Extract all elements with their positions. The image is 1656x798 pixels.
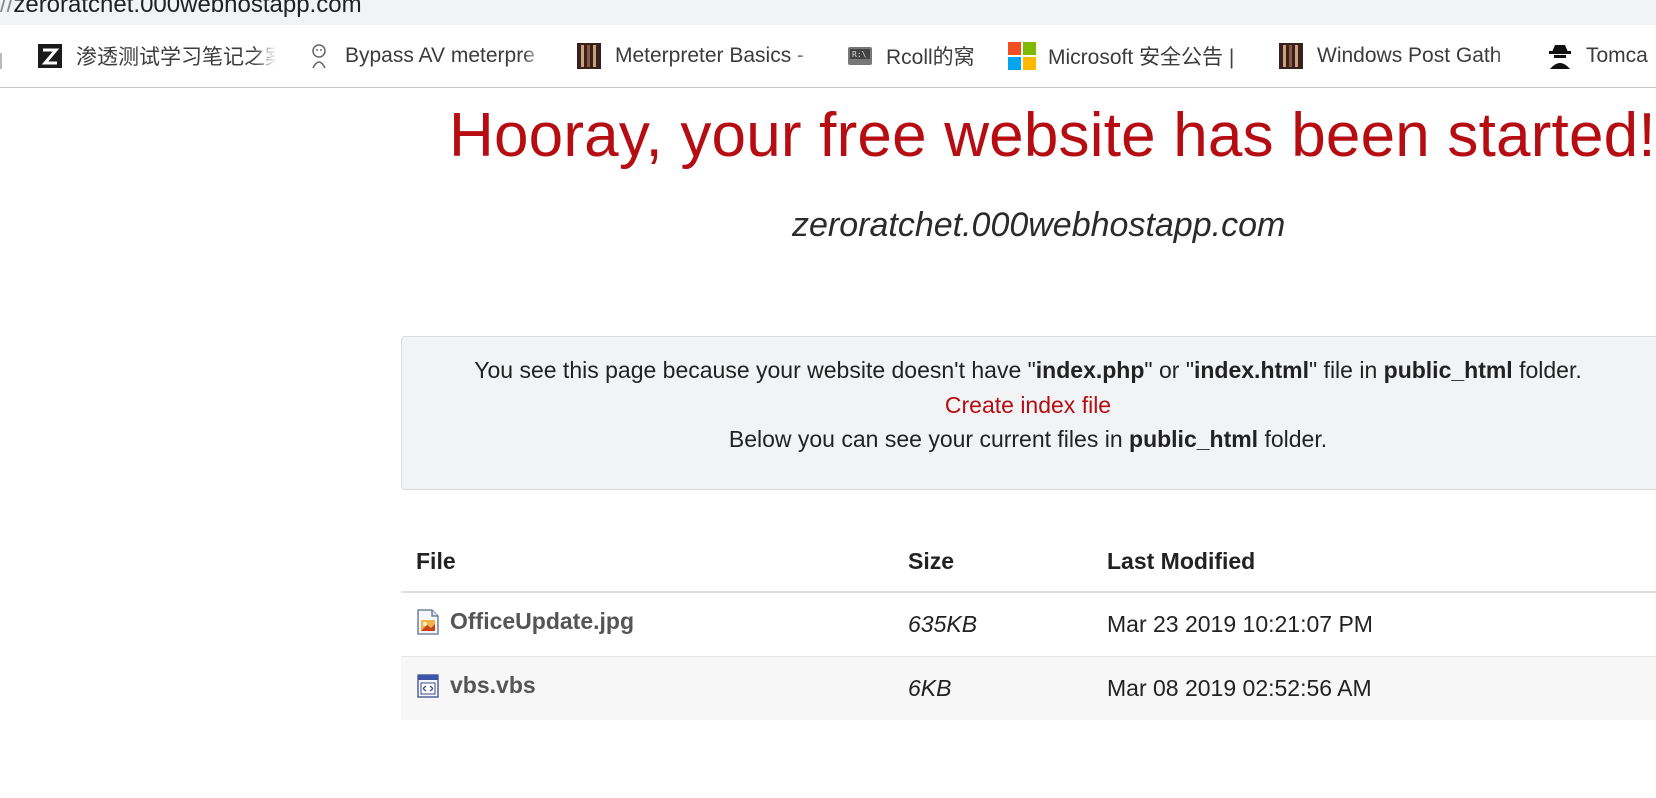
file-cell: OfficeUpdate.jpg	[401, 592, 908, 657]
notice-box: You see this page because your website d…	[401, 336, 1656, 490]
bookmark-label: Meterpreter Basics -	[615, 44, 815, 68]
terminal-drive-icon: R:\	[846, 42, 874, 70]
bookmark-label: Rcoll的窝	[886, 46, 975, 69]
notice-text: " or "	[1144, 357, 1194, 383]
address-host: zeroratchet.000webhostapp.com	[13, 0, 362, 18]
bookmark-item-windows-post-gather[interactable]: Windows Post Gath	[1277, 41, 1517, 71]
notice-folder-name: public_html	[1383, 357, 1513, 383]
notice-filename-php: index.php	[1035, 357, 1145, 383]
film-strip-icon	[1277, 42, 1305, 70]
notice-text: folder.	[1512, 357, 1582, 383]
microsoft-logo-icon	[1008, 42, 1036, 70]
bookmark-item-pentest-notes[interactable]: 渗透测试学习笔记之案	[36, 41, 276, 71]
notice-text: You see this page because your website d…	[474, 357, 1036, 383]
notice-current-files: Below you can see your current files in …	[402, 426, 1654, 453]
file-link[interactable]: vbs.vbs	[416, 672, 536, 699]
image-file-icon	[416, 609, 440, 635]
bookmark-item-tomcat[interactable]: Tomca	[1546, 41, 1648, 71]
notice-folder-name: public_html	[1129, 426, 1259, 452]
bookmark-item-bypass-av[interactable]: Bypass AV meterpre	[305, 41, 545, 71]
file-link[interactable]: OfficeUpdate.jpg	[416, 608, 634, 635]
script-file-icon	[416, 673, 440, 699]
svg-text:R:\: R:\	[852, 50, 867, 59]
bookmarks-bar: 渗透测试学习笔记之案 Bypass AV meterpre Meterprete…	[0, 25, 1656, 88]
notice-text: Below you can see your current files in	[728, 426, 1130, 452]
column-header-last-modified[interactable]: Last Modified	[1107, 531, 1656, 593]
table-row: vbs.vbs 6KB Mar 08 2019 02:52:56 AM	[401, 656, 1656, 720]
file-modified: Mar 08 2019 02:52:56 AM	[1107, 656, 1656, 720]
address-bar[interactable]: //zeroratchet.000webhostapp.com	[0, 0, 1656, 25]
bookmark-label: Tomca	[1586, 44, 1648, 67]
file-size: 6KB	[908, 656, 1107, 720]
bookmark-item-meterpreter-basics[interactable]: Meterpreter Basics -	[575, 41, 815, 71]
file-table: File Size Last Modified OfficeUpdate.jpg…	[401, 531, 1656, 720]
file-size: 635KB	[908, 592, 1107, 657]
bookmark-item-microsoft-security[interactable]: Microsoft 安全公告 |	[1008, 41, 1253, 71]
address-scheme: //	[0, 0, 14, 18]
bookmark-label: 渗透测试学习笔记之案	[76, 41, 276, 71]
domain-subtitle: zeroratchet.000webhostapp.com	[792, 206, 1286, 244]
bookmark-label: Windows Post Gath	[1317, 44, 1517, 68]
file-modified: Mar 23 2019 10:21:07 PM	[1107, 592, 1656, 657]
notice-text: " file in	[1309, 357, 1384, 383]
table-header-row: File Size Last Modified	[401, 531, 1656, 593]
bookmark-item-rcoll[interactable]: R:\ Rcoll的窝	[846, 41, 975, 71]
file-name: OfficeUpdate.jpg	[450, 608, 635, 635]
film-strip-icon	[575, 42, 603, 70]
cartoon-face-icon	[305, 42, 333, 70]
page-title: Hooray, your free website has been start…	[449, 101, 1656, 170]
notice-filename-html: index.html	[1193, 357, 1309, 383]
truncated-bookmark-edge	[0, 53, 8, 69]
bookmark-label: Microsoft 安全公告 |	[1048, 41, 1253, 71]
table-row: OfficeUpdate.jpg 635KB Mar 23 2019 10:21…	[401, 592, 1656, 657]
zhihu-z-icon	[36, 42, 64, 70]
address-text[interactable]: //zeroratchet.000webhostapp.com	[0, 0, 362, 19]
file-cell: vbs.vbs	[401, 656, 908, 720]
file-name: vbs.vbs	[450, 672, 536, 699]
column-header-size[interactable]: Size	[908, 531, 1107, 593]
notice-text: folder.	[1258, 426, 1328, 452]
column-header-file[interactable]: File	[401, 531, 908, 593]
spy-agent-icon	[1546, 42, 1574, 70]
bookmark-label: Bypass AV meterpre	[345, 44, 545, 68]
notice-missing-index: You see this page because your website d…	[402, 357, 1654, 384]
create-index-file-link[interactable]: Create index file	[402, 392, 1654, 419]
